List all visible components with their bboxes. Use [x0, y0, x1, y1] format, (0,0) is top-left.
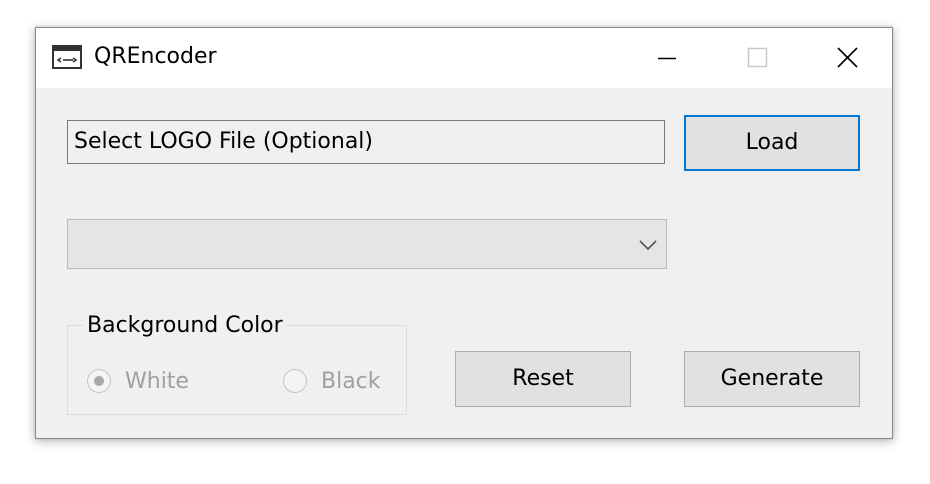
app-window: QREncoder Select LOGO File (Optional) Lo…: [35, 27, 893, 439]
radio-black-circle[interactable]: [283, 369, 307, 393]
radio-white[interactable]: White: [87, 367, 189, 395]
background-color-legend: Background Color: [83, 312, 287, 340]
load-button[interactable]: Load: [684, 115, 860, 171]
radio-selected-dot: [94, 376, 104, 386]
title-bar[interactable]: QREncoder: [36, 28, 892, 88]
maximize-button[interactable]: [712, 28, 802, 88]
radio-white-label: White: [125, 368, 189, 394]
minimize-button[interactable]: [622, 28, 712, 88]
radio-black-label: Black: [321, 368, 381, 394]
generate-button[interactable]: Generate: [684, 351, 860, 407]
format-combobox[interactable]: [67, 219, 667, 269]
window-title: QREncoder: [94, 44, 217, 69]
radio-black[interactable]: Black: [283, 367, 381, 395]
reset-button[interactable]: Reset: [455, 351, 631, 407]
logo-file-field[interactable]: Select LOGO File (Optional): [67, 120, 665, 164]
console-window-icon: [52, 45, 82, 69]
radio-white-circle[interactable]: [87, 369, 111, 393]
chevron-down-icon[interactable]: [638, 237, 658, 251]
close-button[interactable]: [802, 28, 892, 88]
